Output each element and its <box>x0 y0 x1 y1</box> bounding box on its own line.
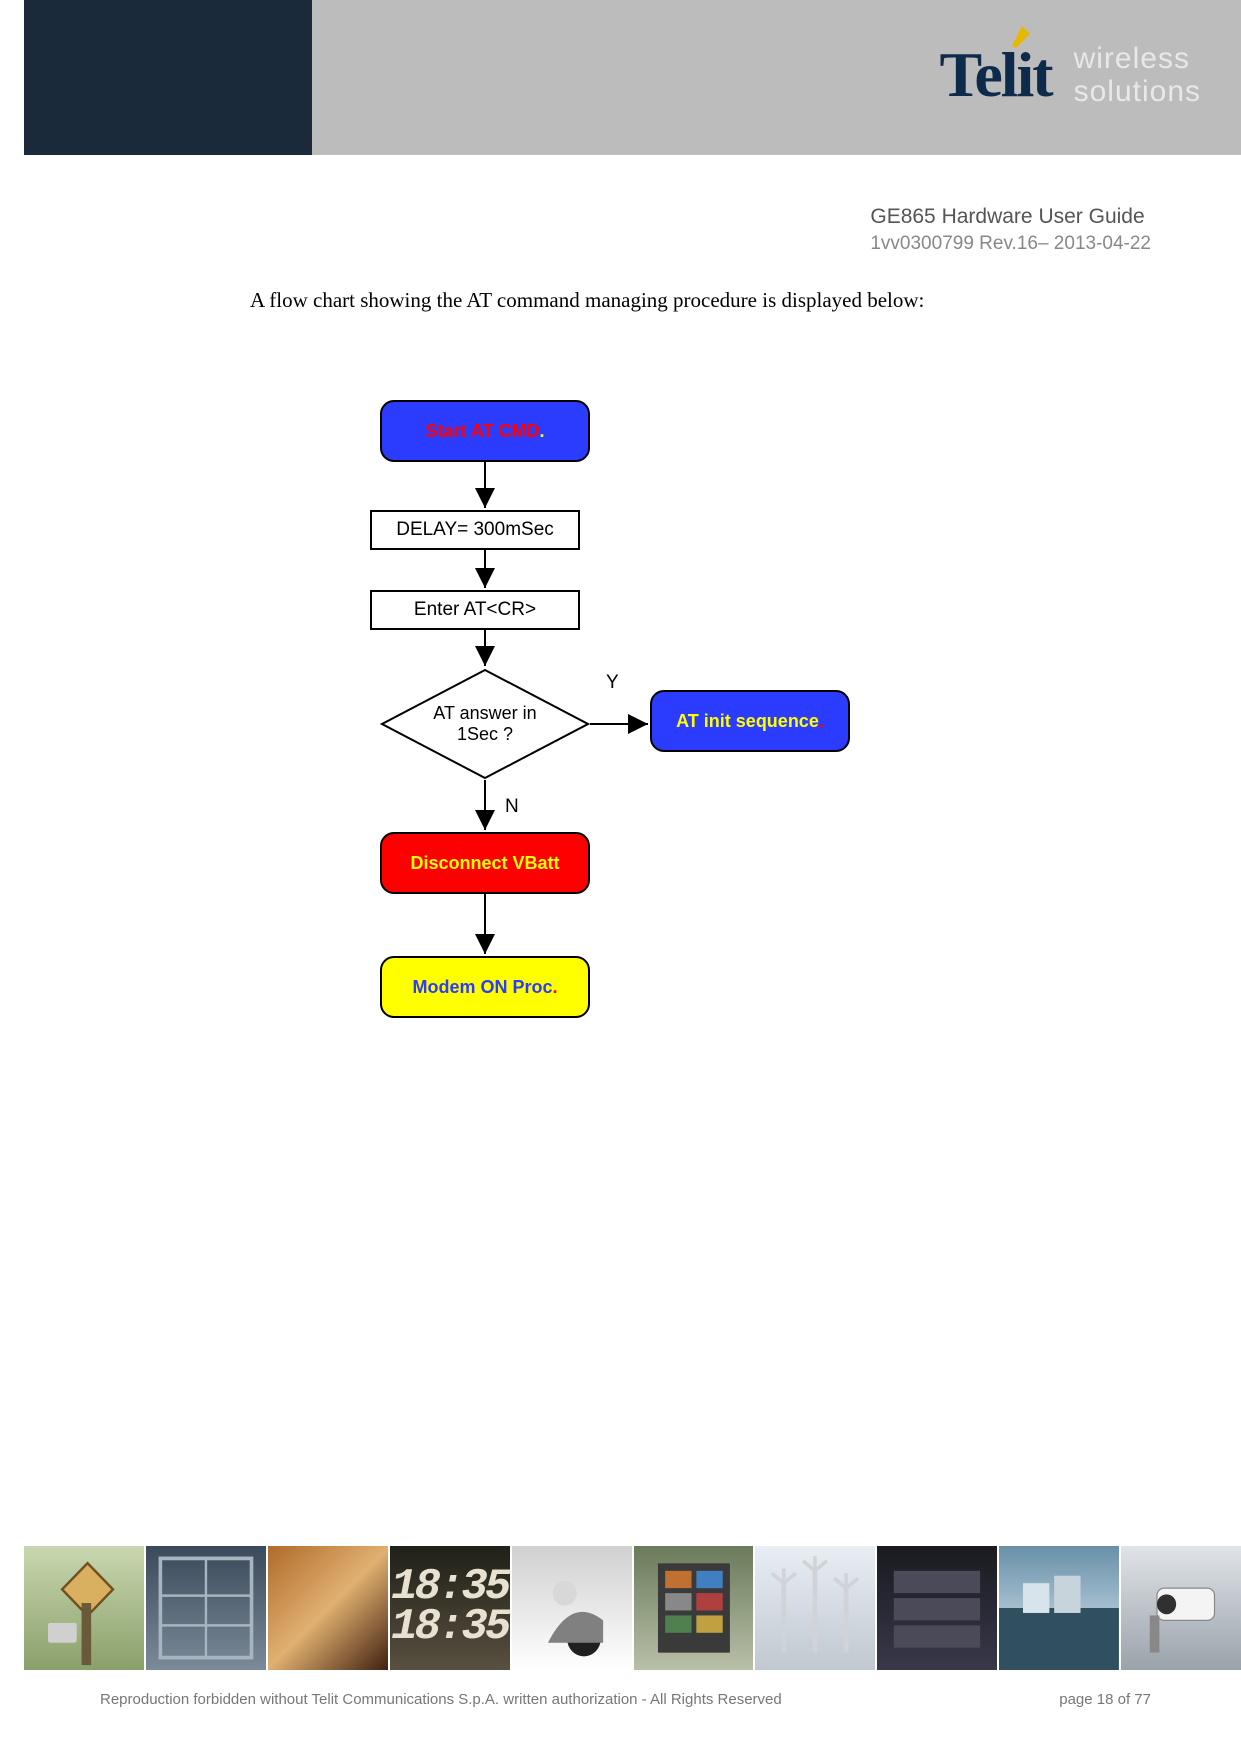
doc-title: GE865 Hardware User Guide <box>870 205 1151 229</box>
fc-enter-label: Enter AT<CR> <box>414 599 536 621</box>
fc-start-node: Start AT CMD. <box>380 400 590 462</box>
brand-accent-icon <box>1008 24 1034 50</box>
fc-modem-dot: . <box>553 977 558 997</box>
fc-disconnect-node: Disconnect VBatt <box>380 832 590 894</box>
logo-area: Telit wireless solutions <box>940 38 1202 112</box>
tagline-line2: solutions <box>1074 75 1201 108</box>
fc-modem-label: Modem ON Proc <box>412 977 552 997</box>
fc-enter-node: Enter AT<CR> <box>370 590 580 630</box>
fc-decision-node: AT answer in 1Sec ? <box>380 668 590 780</box>
footer-tile-1 <box>24 1546 144 1670</box>
footer-copyright: Reproduction forbidden without Telit Com… <box>100 1691 782 1708</box>
footer-tile-7 <box>755 1546 875 1670</box>
fc-modem-node: Modem ON Proc. <box>380 956 590 1018</box>
fc-init-label: AT init sequence <box>676 711 819 731</box>
doc-title-block: GE865 Hardware User Guide 1vv0300799 Rev… <box>870 205 1151 255</box>
footer-tile-3 <box>268 1546 388 1670</box>
brand-wordmark: Telit <box>940 38 1052 112</box>
fc-label-yes: Y <box>606 672 619 694</box>
fc-decision-line2: 1Sec ? <box>457 724 513 744</box>
fc-delay-node: DELAY= 300mSec <box>370 510 580 550</box>
tagline-line1: wireless <box>1074 42 1201 75</box>
fc-decision-text: AT answer in 1Sec ? <box>380 668 590 780</box>
page-number: page 18 of 77 <box>1059 1691 1151 1708</box>
brand-text: Telit <box>940 39 1052 110</box>
footer-tile-4-bot: 18:35 <box>391 1608 508 1648</box>
fc-init-dot: . <box>819 711 824 731</box>
brand-tagline: wireless solutions <box>1074 42 1201 108</box>
footer-tile-4: 18:35 18:35 <box>390 1546 510 1670</box>
fc-start-label: Start AT CMD <box>425 421 539 441</box>
fc-start-dot: . <box>539 421 544 441</box>
footer-tile-9 <box>999 1546 1119 1670</box>
flowchart: Start AT CMD. DELAY= 300mSec Enter AT<CR… <box>370 400 890 1120</box>
fc-init-node: AT init sequence. <box>650 690 850 752</box>
fc-disconnect-label: Disconnect VBatt <box>410 853 559 874</box>
footer-tile-8 <box>877 1546 997 1670</box>
intro-paragraph: A flow chart showing the AT command mana… <box>250 288 924 313</box>
footer-image-strip: 18:35 18:35 <box>24 1546 1241 1670</box>
footer-tile-2 <box>146 1546 266 1670</box>
header-margin <box>0 0 24 155</box>
footer-tile-5 <box>512 1546 632 1670</box>
fc-label-no: N <box>505 796 519 818</box>
fc-decision-line1: AT answer in <box>433 703 536 723</box>
page-header: Telit wireless solutions <box>0 0 1241 155</box>
header-gray-block: Telit wireless solutions <box>312 0 1241 155</box>
footer-tile-6 <box>634 1546 754 1670</box>
doc-revision: 1vv0300799 Rev.16– 2013-04-22 <box>870 233 1151 255</box>
header-dark-block <box>24 0 312 155</box>
fc-delay-label: DELAY= 300mSec <box>396 519 554 541</box>
footer-tile-10 <box>1121 1546 1241 1670</box>
